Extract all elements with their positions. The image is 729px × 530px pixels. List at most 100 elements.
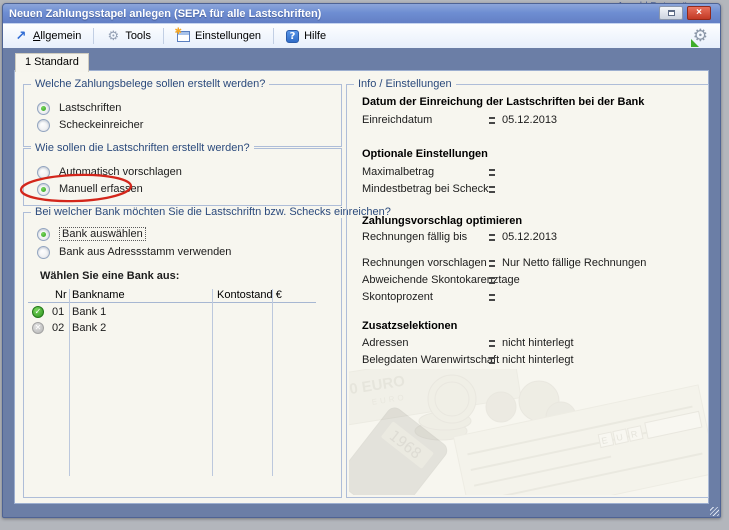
radio-bank-adressstamm[interactable]: Bank aus Adressstamm verwenden bbox=[37, 245, 231, 259]
info-row-rechnungen-vorschlagen: Rechnungen vorschlagen Nur Netto fällige… bbox=[362, 257, 702, 271]
cell-nr: 01 bbox=[52, 306, 64, 318]
radio-label: Manuell erfassen bbox=[59, 183, 143, 195]
info-value[interactable]: 05.12.2013 bbox=[502, 231, 557, 243]
equals-icon bbox=[489, 186, 495, 193]
restore-button[interactable] bbox=[659, 6, 683, 20]
table-row-bank-2[interactable]: ✕ 02 Bank 2 bbox=[24, 321, 324, 337]
cross-circle-icon: ✕ bbox=[32, 322, 44, 334]
window-title: Neuen Zahlungsstapel anlegen (SEPA für a… bbox=[9, 8, 321, 20]
radio-lastschriften[interactable]: Lastschriften bbox=[37, 101, 121, 115]
equals-icon bbox=[489, 117, 495, 124]
toolbar-label: Allgemein bbox=[33, 30, 81, 42]
info-heading: Datum der Einreichung der Lastschriften … bbox=[362, 96, 644, 108]
close-icon: × bbox=[696, 8, 702, 18]
toolbar-button-hilfe[interactable]: ? Hilfe bbox=[279, 28, 333, 45]
toolbar-button-tools[interactable]: ⚙ Tools bbox=[99, 27, 158, 45]
toolbar-label: Einstellungen bbox=[195, 30, 261, 42]
svg-text:0 EURO: 0 EURO bbox=[349, 373, 406, 399]
toolbar-separator bbox=[273, 28, 274, 44]
info-heading: Zusatzselektionen bbox=[362, 320, 457, 332]
bank-table-title: Wählen Sie eine Bank aus: bbox=[40, 270, 179, 282]
toolbar-separator bbox=[93, 28, 94, 44]
toolbar-separator bbox=[163, 28, 164, 44]
euro-money-watermark: 0 EURO EURO bbox=[349, 369, 708, 495]
svg-text:1968: 1968 bbox=[385, 426, 425, 462]
toolbar: ↗ Allgemein ⚙ Tools ✱ Einstellungen ? Hi… bbox=[3, 23, 720, 48]
info-value[interactable]: nicht hinterlegt bbox=[502, 337, 574, 349]
cell-bankname: Bank 1 bbox=[72, 306, 106, 318]
cell-nr: 02 bbox=[52, 322, 64, 334]
toolbar-label: Tools bbox=[125, 30, 151, 42]
dialog-window: Neuen Zahlungsstapel anlegen (SEPA für a… bbox=[2, 3, 721, 518]
equals-icon bbox=[489, 169, 495, 176]
info-value[interactable]: 05.12.2013 bbox=[502, 114, 557, 126]
screen: Anzahl Datensä Neuen Zahlungsstapel anle… bbox=[0, 0, 729, 530]
equals-icon bbox=[489, 294, 495, 301]
svg-text:R: R bbox=[630, 429, 639, 440]
info-label: Abweichende Skontokarenztage bbox=[362, 274, 520, 286]
tab-standard[interactable]: 1 Standard bbox=[15, 53, 89, 72]
group-legend: Wie sollen die Lastschriften erstellt we… bbox=[31, 142, 254, 154]
check-circle-icon: ✓ bbox=[32, 306, 44, 318]
equals-icon bbox=[489, 260, 495, 267]
group-legend: Bei welcher Bank möchten Sie die Lastsch… bbox=[31, 206, 395, 218]
toolbar-label: Hilfe bbox=[304, 30, 326, 42]
info-row-skontoprozent: Skontoprozent bbox=[362, 291, 702, 305]
radio-scheckeinreicher[interactable]: Scheckeinreicher bbox=[37, 118, 143, 132]
settings-window-icon: ✱ bbox=[177, 31, 190, 42]
group-legend: Info / Einstellungen bbox=[354, 78, 456, 90]
column-header-bankname[interactable]: Bankname bbox=[72, 289, 125, 301]
equals-icon bbox=[489, 234, 495, 241]
group-bank-choice: Bei welcher Bank möchten Sie die Lastsch… bbox=[23, 212, 342, 498]
info-row-rechnungen-faellig: Rechnungen fällig bis 05.12.2013 bbox=[362, 231, 702, 245]
info-label: Adressen bbox=[362, 337, 408, 349]
group-legend: Welche Zahlungsbelege sollen erstellt we… bbox=[31, 78, 269, 90]
close-button[interactable]: × bbox=[687, 6, 711, 20]
help-icon: ? bbox=[286, 30, 299, 43]
radio-label: Lastschriften bbox=[59, 102, 121, 114]
info-row-mindestbetrag: Mindestbetrag bei Scheck bbox=[362, 183, 702, 197]
group-payment-type: Welche Zahlungsbelege sollen erstellt we… bbox=[23, 84, 342, 147]
run-gear-icon[interactable]: ⚙ bbox=[693, 26, 708, 46]
info-row-maximalbetrag: Maximalbetrag bbox=[362, 166, 702, 180]
info-row-skontokarenztage: Abweichende Skontokarenztage bbox=[362, 274, 702, 288]
info-value[interactable]: nicht hinterlegt bbox=[502, 354, 574, 366]
info-row-einreichdatum: Einreichdatum 05.12.2013 bbox=[362, 114, 702, 128]
radio-icon bbox=[37, 166, 50, 179]
green-arrow-icon bbox=[691, 39, 699, 47]
info-label: Rechnungen fällig bis bbox=[362, 231, 467, 243]
radio-label: Scheckeinreicher bbox=[59, 119, 143, 131]
radio-label: Bank auswählen bbox=[59, 227, 146, 241]
radio-icon bbox=[37, 183, 50, 196]
table-row-bank-1[interactable]: ✓ 01 Bank 1 bbox=[24, 305, 324, 321]
info-value[interactable]: Nur Netto fällige Rechnungen bbox=[502, 257, 646, 269]
info-label: Belegdaten Warenwirtschaft bbox=[362, 354, 499, 366]
svg-text:EURO: EURO bbox=[371, 392, 407, 406]
group-creation-mode: Wie sollen die Lastschriften erstellt we… bbox=[23, 148, 342, 206]
radio-bank-auswaehlen[interactable]: Bank auswählen bbox=[37, 227, 146, 241]
info-label: Mindestbetrag bei Scheck bbox=[362, 183, 489, 195]
window-controls: × bbox=[659, 6, 711, 20]
equals-icon bbox=[489, 277, 495, 284]
svg-text:E: E bbox=[601, 435, 609, 446]
group-info-einstellungen: Info / Einstellungen 0 EURO EURO bbox=[346, 84, 709, 498]
radio-manuell-erfassen[interactable]: Manuell erfassen bbox=[37, 182, 143, 196]
equals-icon bbox=[489, 340, 495, 347]
title-bar[interactable]: Neuen Zahlungsstapel anlegen (SEPA für a… bbox=[3, 4, 720, 23]
radio-icon bbox=[37, 119, 50, 132]
radio-label: Automatisch vorschlagen bbox=[59, 166, 182, 178]
toolbar-button-einstellungen[interactable]: ✱ Einstellungen bbox=[169, 27, 268, 45]
main-panel: Welche Zahlungsbelege sollen erstellt we… bbox=[14, 70, 709, 504]
info-heading: Optionale Einstellungen bbox=[362, 148, 488, 160]
info-label: Maximalbetrag bbox=[362, 166, 434, 178]
resize-grip[interactable] bbox=[710, 507, 719, 516]
gears-icon: ⚙ bbox=[106, 29, 120, 43]
toolbar-button-allgemein[interactable]: ↗ Allgemein bbox=[7, 27, 88, 45]
info-label: Skontoprozent bbox=[362, 291, 433, 303]
info-label: Rechnungen vorschlagen bbox=[362, 257, 487, 269]
column-header-nr[interactable]: Nr bbox=[55, 289, 67, 301]
info-row-belegdaten: Belegdaten Warenwirtschaft nicht hinterl… bbox=[362, 354, 702, 368]
window-body: 1 Standard Welche Zahlungsbelege sollen … bbox=[3, 48, 720, 517]
radio-automatisch-vorschlagen[interactable]: Automatisch vorschlagen bbox=[37, 165, 182, 179]
info-label: Einreichdatum bbox=[362, 114, 432, 126]
